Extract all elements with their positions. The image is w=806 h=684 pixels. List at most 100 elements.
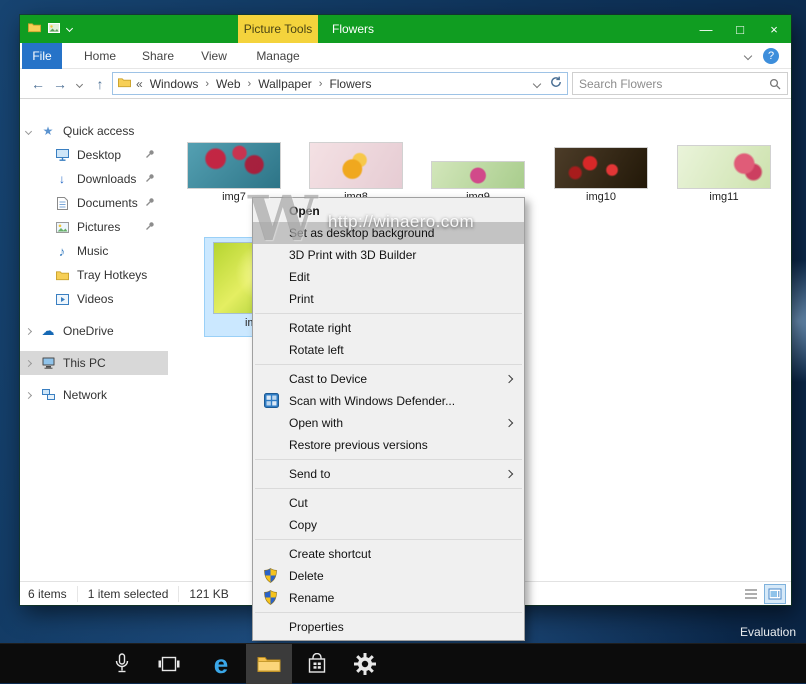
help-icon[interactable]: ?: [763, 48, 779, 64]
pin-icon: [145, 220, 155, 234]
customize-toolbar-chevron-icon[interactable]: [65, 24, 74, 32]
menu-item-rotate-right[interactable]: Rotate right: [253, 317, 524, 339]
sidebar-item-videos[interactable]: Videos: [20, 287, 168, 311]
menu-item-open-with[interactable]: Open with: [253, 412, 524, 434]
tab-view[interactable]: View: [194, 43, 234, 69]
menu-item-copy[interactable]: Copy: [253, 514, 524, 536]
refresh-icon[interactable]: [550, 76, 562, 91]
file-thumbnail-img7[interactable]: [188, 143, 280, 188]
forward-icon[interactable]: →: [50, 69, 70, 99]
file-explorer-taskbar-icon[interactable]: [246, 644, 292, 684]
menu-item-scan-with-windows-defender[interactable]: Scan with Windows Defender...: [253, 390, 524, 412]
pin-icon: [145, 196, 155, 210]
breadcrumb-windows[interactable]: Windows: [148, 77, 201, 91]
expand-ribbon-chevron-icon[interactable]: [743, 51, 753, 61]
collapse-chevron-icon[interactable]: [24, 327, 33, 335]
sidebar-item-documents[interactable]: Documents: [20, 191, 168, 215]
file-thumbnail-img9[interactable]: [432, 162, 524, 188]
sidebar-item-this-pc[interactable]: This PC: [20, 351, 168, 375]
sidebar-item-music[interactable]: ♪ Music: [20, 239, 168, 263]
microphone-icon[interactable]: [99, 644, 145, 684]
collapse-chevron-icon[interactable]: [24, 359, 33, 367]
maximize-button[interactable]: □: [723, 15, 757, 43]
file-thumbnail-img10[interactable]: [555, 148, 647, 188]
minimize-button[interactable]: —: [689, 15, 723, 43]
context-menu: Open Set as desktop background 3D Print …: [252, 197, 525, 641]
collapse-chevron-icon[interactable]: [24, 391, 33, 399]
sidebar-item-onedrive[interactable]: ☁ OneDrive: [20, 319, 168, 343]
pictures-icon: [54, 221, 70, 233]
menu-item-set-as-desktop-background[interactable]: Set as desktop background: [253, 222, 524, 244]
navigation-pane: ★ Quick access Desktop ↓ Downloads Docum…: [20, 99, 168, 581]
menu-item-3d-print[interactable]: 3D Print with 3D Builder: [253, 244, 524, 266]
address-bar-row: ← → ↑ « Windows › Web › Wallpaper › Flow…: [20, 69, 791, 99]
address-bar[interactable]: « Windows › Web › Wallpaper › Flowers: [112, 72, 568, 95]
menu-item-open[interactable]: Open: [253, 200, 524, 222]
sidebar-item-desktop[interactable]: Desktop: [20, 143, 168, 167]
menu-item-label: Copy: [289, 518, 318, 532]
sidebar-item-network[interactable]: Network: [20, 383, 168, 407]
music-note-icon: ♪: [58, 243, 66, 259]
folder-icon[interactable]: [28, 20, 41, 38]
search-box[interactable]: [572, 72, 788, 95]
file-menu-tab[interactable]: File: [22, 43, 62, 69]
task-view-icon[interactable]: [146, 644, 192, 684]
sidebar-item-downloads[interactable]: ↓ Downloads: [20, 167, 168, 191]
menu-item-cast-to-device[interactable]: Cast to Device: [253, 368, 524, 390]
large-icons-view-icon[interactable]: [764, 583, 786, 604]
sidebar-item-tray-hotkeys[interactable]: Tray Hotkeys: [20, 263, 168, 287]
window-controls: — □ ×: [689, 15, 791, 43]
details-view-icon[interactable]: [741, 585, 761, 603]
sidebar-item-quick-access[interactable]: ★ Quick access: [20, 119, 168, 143]
menu-item-cut[interactable]: Cut: [253, 492, 524, 514]
picture-icon[interactable]: [48, 20, 60, 38]
menu-item-send-to[interactable]: Send to: [253, 463, 524, 485]
edge-browser-icon[interactable]: e: [198, 644, 244, 684]
menu-item-create-shortcut[interactable]: Create shortcut: [253, 543, 524, 565]
sidebar-item-pictures[interactable]: Pictures: [20, 215, 168, 239]
onedrive-cloud-icon: ☁: [41, 323, 55, 338]
taskbar: e: [0, 643, 806, 684]
menu-item-rename[interactable]: Rename: [253, 587, 524, 609]
back-icon[interactable]: ←: [28, 69, 48, 99]
quick-access-toolbar: [28, 15, 74, 43]
submenu-arrow-icon: [504, 418, 514, 428]
sidebar-item-label: OneDrive: [63, 324, 114, 338]
recent-locations-chevron-icon[interactable]: [72, 69, 86, 99]
submenu-arrow-icon: [504, 469, 514, 479]
store-icon[interactable]: [294, 644, 340, 684]
ribbon-tab-row: File Home Share View Manage ?: [20, 43, 791, 69]
menu-item-label: Scan with Windows Defender...: [289, 394, 456, 408]
picture-tools-contextual-tab[interactable]: Picture Tools: [238, 15, 318, 43]
breadcrumb-web[interactable]: Web: [214, 77, 242, 91]
search-icon: [769, 78, 781, 89]
file-thumbnail-img11[interactable]: [678, 146, 770, 188]
evaluation-watermark: Evaluation: [739, 625, 796, 639]
address-dropdown-chevron-icon[interactable]: [532, 79, 542, 88]
close-button[interactable]: ×: [757, 15, 791, 43]
menu-separator: [255, 539, 522, 540]
items-count: 6 items: [20, 585, 78, 602]
menu-item-delete[interactable]: Delete: [253, 565, 524, 587]
file-thumbnail-img8[interactable]: [310, 143, 402, 188]
breadcrumb-flowers[interactable]: Flowers: [327, 77, 373, 91]
breadcrumb-overflow[interactable]: «: [136, 77, 143, 91]
menu-item-rotate-left[interactable]: Rotate left: [253, 339, 524, 361]
menu-item-print[interactable]: Print: [253, 288, 524, 310]
menu-item-label: Edit: [289, 270, 310, 284]
menu-separator: [255, 364, 522, 365]
menu-item-restore-previous-versions[interactable]: Restore previous versions: [253, 434, 524, 456]
title-bar[interactable]: Picture Tools Flowers — □ ×: [20, 15, 791, 43]
search-input[interactable]: [573, 76, 763, 91]
settings-gear-icon[interactable]: [342, 644, 388, 684]
menu-item-properties[interactable]: Properties: [253, 616, 524, 638]
expand-chevron-icon[interactable]: [24, 127, 33, 135]
menu-item-edit[interactable]: Edit: [253, 266, 524, 288]
up-icon[interactable]: ↑: [90, 69, 110, 99]
sidebar-item-label: Downloads: [77, 172, 137, 186]
tab-share[interactable]: Share: [136, 43, 180, 69]
sidebar-item-label: Tray Hotkeys: [77, 268, 148, 282]
tab-manage[interactable]: Manage: [250, 43, 306, 69]
tab-home[interactable]: Home: [78, 43, 122, 69]
breadcrumb-wallpaper[interactable]: Wallpaper: [256, 77, 314, 91]
